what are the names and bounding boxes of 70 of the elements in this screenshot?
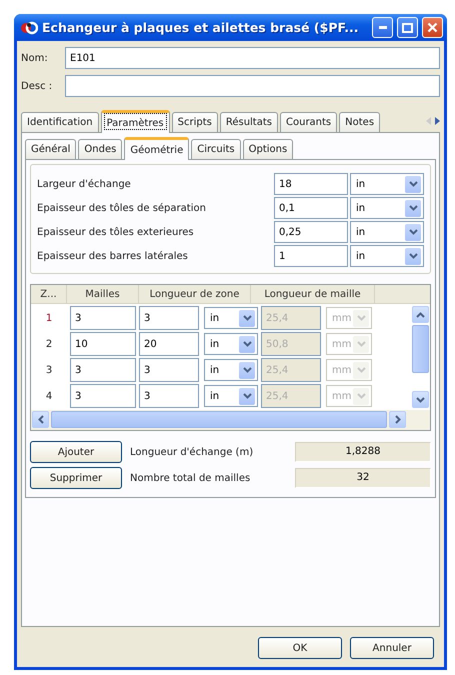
chevron-down-icon xyxy=(408,253,418,259)
action-button[interactable]: Supprimer xyxy=(30,467,122,489)
chevron-up-icon xyxy=(416,312,424,318)
row-number: 4 xyxy=(44,390,54,402)
tab[interactable]: Géométrie xyxy=(124,137,190,160)
chevron-down-icon xyxy=(408,205,418,211)
app-icon xyxy=(20,20,38,36)
horizontal-scrollbar[interactable] xyxy=(31,410,430,430)
close-button[interactable] xyxy=(422,17,443,38)
close-icon xyxy=(427,22,438,33)
scroll-right-icon[interactable] xyxy=(435,116,440,124)
field-label: Largeur d'échange xyxy=(37,178,132,190)
tab[interactable]: Options xyxy=(242,139,294,159)
number-field[interactable]: 0,25 xyxy=(274,221,348,243)
field-label: Desc : xyxy=(21,80,54,92)
tab[interactable]: Courants xyxy=(280,112,338,132)
tab[interactable]: Résultats xyxy=(220,112,278,132)
result-label: Nombre total de mailles xyxy=(129,472,252,484)
result-label: Longueur d'échange (m) xyxy=(129,446,254,458)
text-field[interactable]: E101 xyxy=(65,47,440,69)
row-number: 1 xyxy=(44,312,54,324)
field-label: Epaisseur des tôles de séparation xyxy=(37,202,207,214)
row-number: 3 xyxy=(44,364,54,376)
tab[interactable]: Scripts xyxy=(172,112,218,132)
dialog-button[interactable]: Annuler xyxy=(350,637,434,659)
field-label: Epaisseur des barres latérales xyxy=(37,250,189,262)
minimize-icon xyxy=(378,26,386,29)
chevron-down-icon xyxy=(242,393,252,399)
column-header[interactable]: Z... xyxy=(31,285,67,303)
tab[interactable]: Identification xyxy=(21,112,99,132)
text-field[interactable] xyxy=(65,75,440,97)
action-button[interactable]: Ajouter xyxy=(30,441,122,463)
unit-dropdown[interactable]: in xyxy=(350,245,424,267)
tab[interactable]: Paramètres xyxy=(100,110,170,133)
result-value: 32 xyxy=(295,468,431,488)
column-header[interactable]: Longueur de maille xyxy=(251,285,375,303)
chevron-down-icon xyxy=(356,341,366,347)
number-field[interactable]: 1 xyxy=(274,245,348,267)
maximize-icon xyxy=(402,22,413,32)
field-label: Nom: xyxy=(21,52,49,64)
number-field[interactable]: 0,1 xyxy=(274,197,348,219)
tab[interactable]: Général xyxy=(25,139,76,159)
chevron-down-icon xyxy=(356,367,366,373)
maximize-button[interactable] xyxy=(397,17,418,38)
field-label: Epaisseur des tôles exterieures xyxy=(37,226,195,238)
unit-dropdown[interactable]: in xyxy=(350,173,424,195)
unit-dropdown[interactable]: in xyxy=(350,197,424,219)
chevron-down-icon xyxy=(408,181,418,187)
chevron-right-icon xyxy=(394,415,400,424)
chevron-down-icon xyxy=(408,229,418,235)
minimize-button[interactable] xyxy=(372,17,393,38)
chevron-down-icon xyxy=(242,341,252,347)
chevron-down-icon xyxy=(356,393,366,399)
tab[interactable]: Ondes xyxy=(78,139,122,159)
result-value: 1,8288 xyxy=(295,442,431,462)
dialog-button[interactable]: OK xyxy=(258,637,342,659)
chevron-down-icon xyxy=(242,315,252,321)
vertical-scrollbar[interactable] xyxy=(410,304,430,410)
number-field[interactable]: 18 xyxy=(274,173,348,195)
chevron-down-icon xyxy=(356,315,366,321)
tab[interactable]: Notes xyxy=(339,112,380,132)
column-header[interactable]: Mailles xyxy=(67,285,139,303)
window-title: Echangeur à plaques et ailettes brasé ($PF... xyxy=(42,20,360,35)
row-number: 2 xyxy=(44,338,54,350)
tab[interactable]: Circuits xyxy=(191,139,241,159)
unit-dropdown[interactable]: in xyxy=(350,221,424,243)
column-header[interactable]: Longueur de zone xyxy=(139,285,251,303)
chevron-left-icon xyxy=(38,415,44,424)
chevron-down-icon xyxy=(242,367,252,373)
chevron-down-icon xyxy=(416,396,424,402)
